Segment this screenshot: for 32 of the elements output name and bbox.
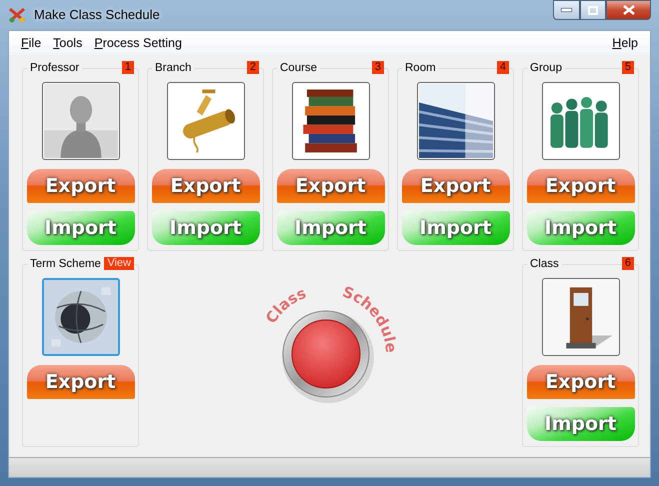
- export-button[interactable]: Export: [26, 365, 134, 399]
- close-button[interactable]: [606, 0, 651, 20]
- export-button[interactable]: Export: [26, 169, 134, 203]
- view-link[interactable]: View: [104, 257, 134, 270]
- import-button[interactable]: Import: [526, 211, 634, 245]
- window-title: Make Class Schedule: [34, 6, 160, 24]
- maximize-icon: [588, 6, 598, 14]
- import-button[interactable]: Import: [276, 211, 384, 245]
- export-button[interactable]: Export: [402, 169, 510, 203]
- minimize-button[interactable]: [553, 0, 580, 20]
- import-button[interactable]: Import: [526, 407, 634, 441]
- count-badge: 6: [622, 257, 634, 270]
- close-icon: [622, 5, 634, 15]
- count-badge: 5: [622, 61, 634, 74]
- menu-item[interactable]: Process Setting: [88, 34, 188, 52]
- count-badge: 2: [246, 61, 259, 74]
- menu-item[interactable]: Tools: [47, 34, 88, 52]
- import-button[interactable]: Import: [26, 211, 134, 245]
- maximize-button[interactable]: [580, 0, 606, 20]
- export-button[interactable]: Export: [276, 169, 384, 203]
- app-icon: [8, 7, 26, 23]
- export-button[interactable]: Export: [152, 169, 260, 203]
- menu-item[interactable]: File: [15, 34, 48, 52]
- menu-item[interactable]: Help: [606, 34, 644, 52]
- count-badge: 4: [496, 61, 509, 74]
- export-button[interactable]: Export: [526, 169, 634, 203]
- import-button[interactable]: Import: [402, 211, 510, 245]
- count-badge: 1: [122, 61, 134, 74]
- import-button[interactable]: Import: [152, 211, 260, 245]
- export-button[interactable]: Export: [526, 365, 634, 399]
- minimize-icon: [561, 8, 572, 12]
- count-badge: 3: [372, 61, 384, 74]
